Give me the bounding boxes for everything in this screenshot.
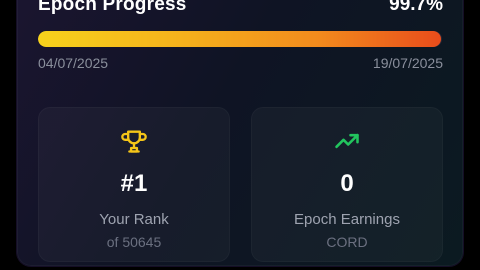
earnings-value: 0: [340, 170, 354, 197]
rank-label: Your Rank: [99, 211, 169, 228]
epoch-progress-bar: [38, 31, 442, 47]
earnings-label: Epoch Earnings: [294, 211, 400, 228]
earnings-currency: CORD: [326, 234, 368, 250]
epoch-progress-fill: [38, 31, 441, 47]
epoch-progress-panel: Epoch Progress 99.7% 04/07/2025 19/07/20…: [17, 0, 463, 266]
epoch-end-date: 19/07/2025: [372, 55, 443, 71]
rank-value: #1: [120, 170, 148, 197]
trending-up-icon: [335, 133, 359, 149]
rank-card: #1 Your Rank of 50645: [38, 107, 230, 262]
epoch-earnings-card: 0 Epoch Earnings CORD: [251, 107, 443, 262]
epoch-progress-title: Epoch Progress: [38, 0, 187, 15]
epoch-progress-percent: 99.7%: [389, 0, 443, 15]
trophy-icon: [121, 130, 147, 153]
rank-total: of 50645: [106, 234, 162, 250]
epoch-start-date: 04/07/2025: [38, 55, 109, 71]
